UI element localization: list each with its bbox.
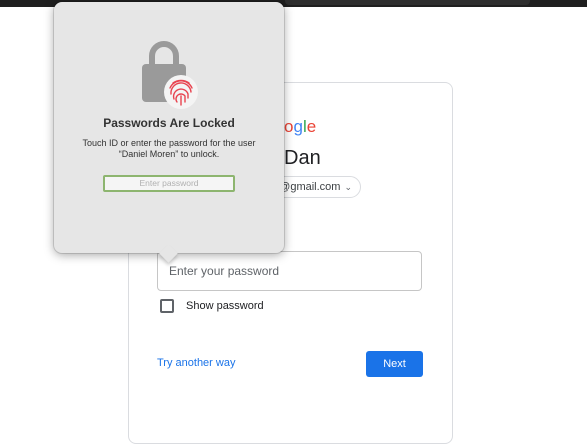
greeting-name: Dan — [284, 147, 321, 169]
unlock-password-input[interactable]: Enter password — [103, 175, 235, 192]
account-email: @gmail.com — [279, 181, 341, 193]
show-password-label: Show password — [186, 300, 264, 312]
popover-message: Touch ID or enter the password for the u… — [68, 138, 270, 160]
unlock-password-placeholder: Enter password — [139, 178, 199, 188]
address-bar-edge — [285, 0, 530, 5]
popover-message-line1: Touch ID or enter the password for the u… — [82, 138, 256, 148]
fingerprint-icon — [164, 75, 198, 109]
popover-title: Passwords Are Locked — [103, 116, 235, 130]
show-password-toggle[interactable]: Show password — [160, 299, 264, 313]
passwords-locked-popover: Passwords Are Locked Touch ID or enter t… — [54, 2, 284, 263]
password-input[interactable]: Enter your password — [157, 251, 422, 291]
next-button[interactable]: Next — [366, 351, 423, 377]
try-another-way-link[interactable]: Try another way — [157, 357, 235, 369]
show-password-checkbox[interactable] — [160, 299, 174, 313]
popover-message-line2: “Daniel Moren” to unlock. — [118, 149, 220, 159]
lock-icon — [140, 36, 200, 110]
password-placeholder: Enter your password — [169, 264, 280, 278]
google-logo: ogle — [284, 117, 317, 136]
chevron-down-icon: ⌄ — [344, 181, 352, 192]
